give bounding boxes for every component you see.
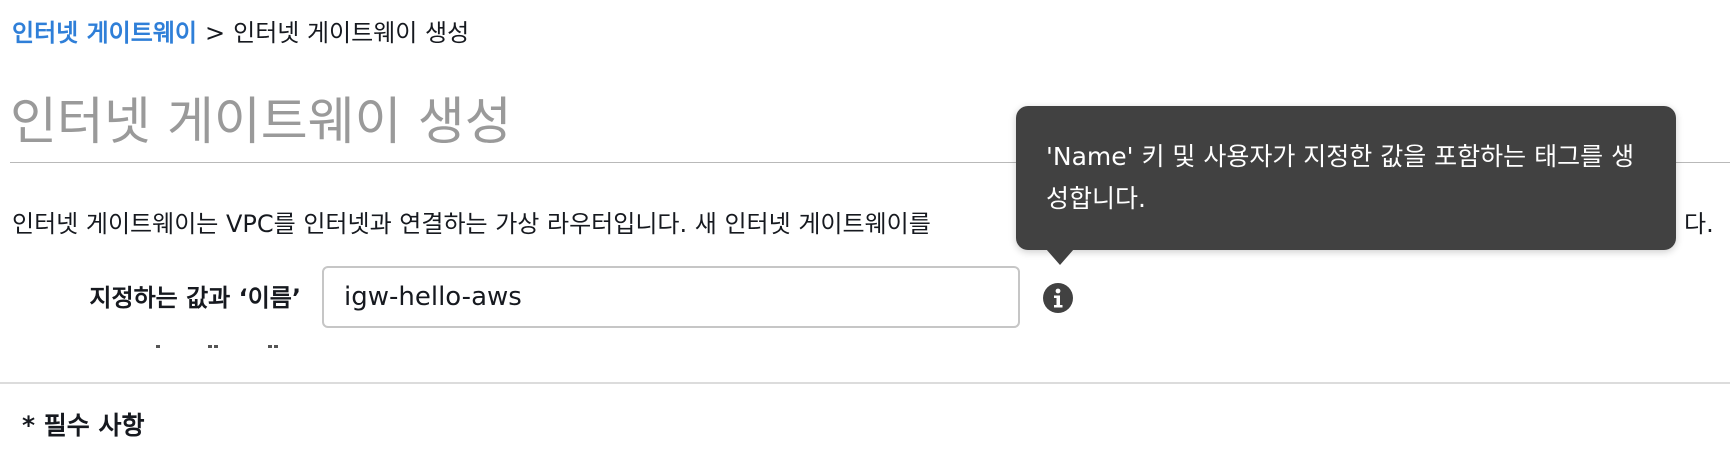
info-icon[interactable]	[1042, 282, 1074, 314]
page: 인터넷 게이트웨이 > 인터넷 게이트웨이 생성 인터넷 게이트웨이 생성 인터넷 …	[0, 0, 1730, 470]
section-divider	[0, 382, 1730, 384]
clipped-text-fragment	[150, 345, 300, 351]
name-tag-input[interactable]	[322, 266, 1020, 328]
breadcrumb: 인터넷 게이트웨이 > 인터넷 게이트웨이 생성	[12, 14, 469, 52]
breadcrumb-separator: >	[205, 19, 226, 47]
page-title: 인터넷 게이트웨이 생성	[10, 93, 512, 152]
info-tooltip: 'Name' 키 및 사용자가 지정한 값을 포함하는 태그를 생성합니다.	[1016, 106, 1676, 250]
tooltip-arrow	[1046, 249, 1074, 265]
page-description-tail: 다.	[1684, 210, 1714, 238]
breadcrumb-current: 인터넷 게이트웨이 생성	[233, 19, 470, 47]
name-tag-label: 지정하는 값과 ‘이름’	[89, 284, 301, 312]
tooltip-text: 'Name' 키 및 사용자가 지정한 값을 포함하는 태그를 생성합니다.	[1046, 142, 1635, 213]
breadcrumb-link-internet-gateways[interactable]: 인터넷 게이트웨이	[12, 19, 197, 47]
page-description: 인터넷 게이트웨이는 VPC를 인터넷과 연결하는 가상 라우터입니다. 새 인…	[12, 210, 931, 238]
required-note: * 필수 사항	[22, 411, 145, 440]
